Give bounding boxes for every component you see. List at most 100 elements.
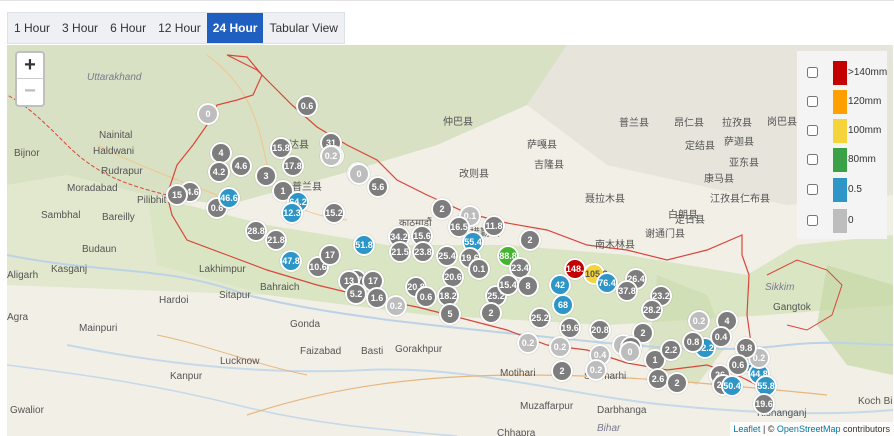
- rain-station-marker[interactable]: 20.8: [589, 319, 611, 341]
- rain-station-marker[interactable]: 47.8: [280, 250, 302, 272]
- rain-station-marker[interactable]: 15.2: [323, 202, 345, 224]
- label-cn-14: 谢通门县: [645, 229, 685, 240]
- legend-swatch-0-5: [833, 178, 847, 202]
- rain-station-marker[interactable]: 0.6: [296, 95, 318, 117]
- label-cn-13: 南木林县: [595, 240, 635, 251]
- rain-station-marker[interactable]: 2: [431, 198, 453, 220]
- time-range-tabs: 1 Hour 3 Hour 6 Hour 12 Hour 24 Hour Tab…: [7, 12, 345, 44]
- rain-station-marker[interactable]: 28.8: [245, 220, 267, 242]
- map-canvas[interactable]: Uttarakhand Nainital Bijnor Haldwani Rud…: [7, 45, 893, 436]
- map-attribution: Leaflet | © OpenStreetMap contributors: [730, 422, 893, 436]
- label-lakhimpur: Lakhimpur: [199, 264, 246, 275]
- rain-station-marker[interactable]: 2: [480, 302, 502, 324]
- rain-station-marker[interactable]: 2: [519, 229, 541, 251]
- rain-station-marker[interactable]: 5.6: [367, 176, 389, 198]
- rain-station-marker[interactable]: 0.2: [320, 145, 342, 167]
- rain-station-marker[interactable]: 17.8: [282, 155, 304, 177]
- legend-label-80: 80mm: [848, 154, 876, 165]
- rain-station-marker[interactable]: 12.3: [281, 202, 303, 224]
- legend-checkbox-120[interactable]: [807, 96, 818, 107]
- rain-station-marker[interactable]: 15: [166, 184, 188, 206]
- label-kanpur: Kanpur: [170, 371, 203, 382]
- rain-station-marker[interactable]: 0.2: [549, 336, 571, 358]
- legend-checkbox-0[interactable]: [807, 215, 818, 226]
- rain-station-marker[interactable]: 50.4: [721, 375, 743, 397]
- label-cn-11: 亚东县: [729, 158, 759, 169]
- rain-station-marker[interactable]: 51.8: [353, 234, 375, 256]
- label-basti: Basti: [361, 346, 384, 357]
- rain-station-marker[interactable]: 8: [517, 275, 539, 297]
- leaflet-link[interactable]: Leaflet: [733, 424, 760, 434]
- rain-station-marker[interactable]: 21.5: [389, 241, 411, 263]
- rain-station-marker[interactable]: 28.2: [641, 299, 663, 321]
- openstreetmap-link[interactable]: OpenStreetMap: [777, 424, 841, 434]
- rain-station-marker[interactable]: 0.1: [468, 258, 490, 280]
- legend-checkbox-80[interactable]: [807, 154, 818, 165]
- rain-station-marker[interactable]: 2.2: [660, 339, 682, 361]
- rain-station-marker[interactable]: 5: [439, 303, 461, 325]
- rain-station-marker[interactable]: 19.6: [753, 393, 775, 415]
- legend-label-0: 0: [848, 215, 854, 226]
- rain-station-marker[interactable]: 0.6: [415, 286, 437, 308]
- label-cn-8: 萨迦县: [724, 137, 754, 148]
- rain-station-marker[interactable]: 2: [551, 360, 573, 382]
- legend-label-0-5: 0.5: [848, 184, 862, 195]
- label-uttarakhand: Uttarakhand: [87, 72, 142, 83]
- label-kasganj: Kasganj: [51, 264, 88, 275]
- zoom-out-button[interactable]: −: [17, 79, 43, 105]
- rain-station-marker[interactable]: 25.2: [529, 307, 551, 329]
- rain-station-marker[interactable]: 42: [549, 274, 571, 296]
- label-budaun: Budaun: [82, 244, 117, 255]
- rain-station-marker[interactable]: 0.2: [688, 310, 710, 332]
- tab-3-hour[interactable]: 3 Hour: [56, 13, 104, 43]
- rain-station-marker[interactable]: 11.8: [483, 215, 505, 237]
- rain-station-marker[interactable]: 21.8: [265, 229, 287, 251]
- rain-station-marker[interactable]: 0.4: [710, 326, 732, 348]
- rain-station-marker[interactable]: 15.4: [497, 274, 519, 296]
- label-pilibhit: Pilibhit: [137, 195, 167, 206]
- rain-station-marker[interactable]: 46.6: [218, 187, 240, 209]
- rain-station-marker[interactable]: 4.2: [208, 161, 230, 183]
- rain-station-marker[interactable]: 23.8: [412, 241, 434, 263]
- tab-24-hour[interactable]: 24 Hour: [206, 13, 264, 43]
- legend-swatch-0: [833, 209, 847, 233]
- legend-checkbox-0-5[interactable]: [807, 184, 818, 195]
- label-cn-15: 白朗县: [668, 210, 698, 221]
- tab-12-hour[interactable]: 12 Hour: [152, 13, 207, 43]
- rain-station-marker[interactable]: 0.2: [585, 359, 607, 381]
- rain-station-marker[interactable]: 0.2: [385, 295, 407, 317]
- zoom-in-button[interactable]: +: [17, 53, 43, 79]
- rain-station-marker[interactable]: 0: [197, 103, 219, 125]
- label-cn-17: 仁布县: [740, 194, 770, 205]
- label-agra: Agra: [7, 312, 29, 323]
- legend-label-120: 120mm: [848, 96, 882, 107]
- rain-station-marker[interactable]: 25.4: [436, 245, 458, 267]
- rain-station-marker[interactable]: 0.8: [682, 331, 704, 353]
- tab-1-hour[interactable]: 1 Hour: [8, 13, 56, 43]
- tab-tabular-view[interactable]: Tabular View: [263, 13, 343, 43]
- legend-label-gt140: >140mm: [848, 67, 888, 78]
- label-koch-bihar: Koch Bihar: [858, 396, 893, 407]
- label-bahraich: Bahraich: [260, 282, 300, 293]
- label-sambhal: Sambhal: [41, 210, 81, 221]
- rain-station-marker[interactable]: 0.6: [727, 354, 749, 376]
- label-haldwani: Haldwani: [93, 146, 135, 157]
- legend-checkbox-gt140[interactable]: [807, 67, 818, 78]
- label-cn-6: 昂仁县: [674, 118, 704, 129]
- rain-station-marker[interactable]: 68: [552, 294, 574, 316]
- tab-6-hour[interactable]: 6 Hour: [104, 13, 152, 43]
- rain-station-marker[interactable]: 76.4: [596, 272, 618, 294]
- rain-station-marker[interactable]: 37.8: [616, 280, 638, 302]
- legend-checkbox-100[interactable]: [807, 125, 818, 136]
- label-nainital: Nainital: [99, 130, 133, 141]
- rain-station-marker[interactable]: 0: [348, 163, 370, 185]
- label-cn-2: 萨嘎县: [527, 140, 557, 151]
- rain-station-marker[interactable]: 5.2: [345, 283, 367, 305]
- rain-station-marker[interactable]: 17: [319, 244, 341, 266]
- rain-station-marker[interactable]: 0.2: [517, 332, 539, 354]
- rain-station-marker[interactable]: 4.6: [230, 155, 252, 177]
- rain-station-marker[interactable]: 2: [666, 372, 688, 394]
- label-gangtok: Gangtok: [773, 302, 811, 313]
- top-divider: [0, 0, 894, 1]
- rain-station-marker[interactable]: 0: [619, 341, 641, 363]
